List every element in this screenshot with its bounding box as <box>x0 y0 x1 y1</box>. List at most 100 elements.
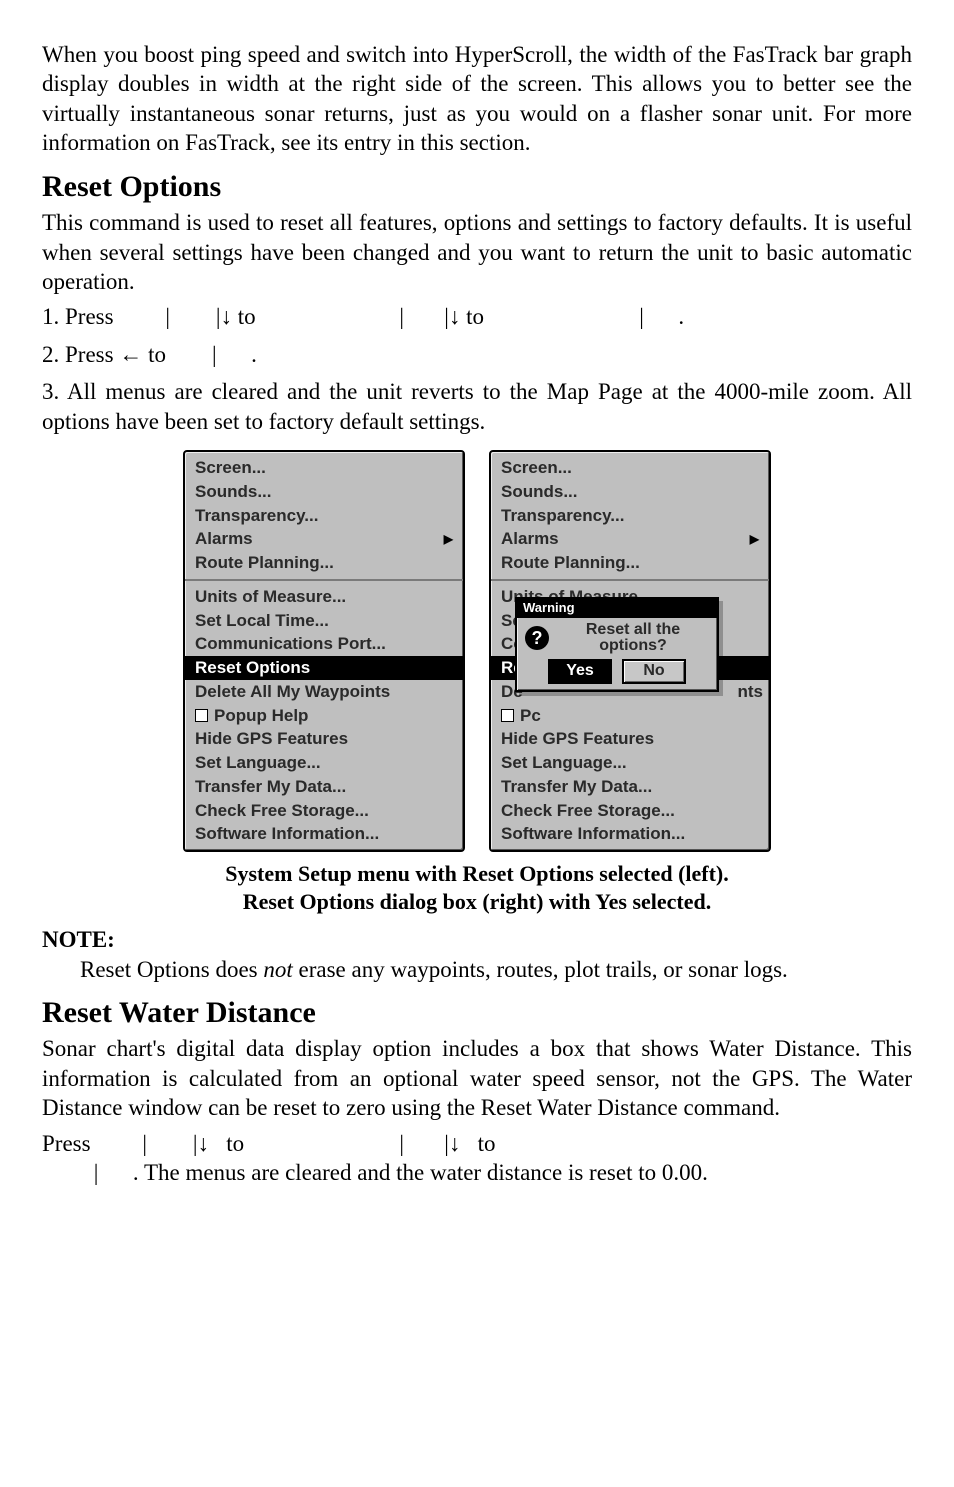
menu-item-popup-help[interactable]: Popup Help <box>185 704 463 728</box>
menu-item-set-local-time[interactable]: Set Local Time... <box>185 609 463 633</box>
question-mark-icon: ? <box>525 626 549 650</box>
menu-label: Check Free Storage... <box>501 800 675 822</box>
bar-glyph: | <box>165 304 170 329</box>
menu-item-transfer-my-data[interactable]: Transfer My Data... <box>491 775 769 799</box>
menu-section-2: Units of Measure... Se Co Re Dents Pc Hi… <box>491 581 769 850</box>
menu-item-alarms[interactable]: Alarms ▶ <box>491 527 769 551</box>
menu-label: Route Planning... <box>501 552 640 574</box>
bar-glyph: | <box>399 304 404 329</box>
page: When you boost ping speed and switch int… <box>0 0 954 1258</box>
submenu-arrow-icon: ▶ <box>744 532 759 547</box>
step2-text-end: . <box>251 342 257 367</box>
menu-label: Route Planning... <box>195 552 334 574</box>
menu-label: Alarms <box>501 528 559 550</box>
menu-label: Screen... <box>501 457 572 479</box>
menu-label: Transfer My Data... <box>501 776 652 798</box>
dialog-titlebar: Warning <box>517 599 717 618</box>
press-b: to <box>221 1131 250 1156</box>
menu-item-check-free-storage[interactable]: Check Free Storage... <box>491 799 769 823</box>
menu-label: Alarms <box>195 528 253 550</box>
menu-item-reset-options[interactable]: Reset Options <box>185 656 463 680</box>
menu-item-set-language[interactable]: Set Language... <box>185 751 463 775</box>
menu-item-pc-cut: Pc <box>491 704 769 728</box>
step-2: 2. Press ← to | . <box>42 340 912 369</box>
bar-glyph: | <box>142 1131 147 1156</box>
menu-label: Hide GPS Features <box>195 728 348 750</box>
step1-text-b: to <box>238 304 262 329</box>
menu-label: Communications Port... <box>195 633 386 655</box>
menu-item-transparency[interactable]: Transparency... <box>185 504 463 528</box>
heading-reset-options: Reset Options <box>42 168 912 206</box>
yes-button[interactable]: Yes <box>548 659 612 683</box>
figure-caption: System Setup menu with Reset Options sel… <box>42 860 912 915</box>
bar-glyph: | <box>212 342 217 367</box>
menu-item-hide-gps-features[interactable]: Hide GPS Features <box>185 727 463 751</box>
note-body: Reset Options does not erase any waypoin… <box>80 955 912 984</box>
bar-glyph: | <box>94 1160 99 1185</box>
menu-item-route-planning[interactable]: Route Planning... <box>491 551 769 575</box>
menu-section-1: Screen... Sounds... Transparency... Alar… <box>185 452 463 579</box>
step1-text-c: to <box>466 304 490 329</box>
menu-item-units-of-measure[interactable]: Units of Measure... <box>185 585 463 609</box>
menu-label: Reset Options <box>195 657 310 679</box>
menu-item-screen[interactable]: Screen... <box>185 456 463 480</box>
menu-item-hide-gps-features[interactable]: Hide GPS Features <box>491 727 769 751</box>
step-3: 3. All menus are cleared and the unit re… <box>42 377 912 436</box>
press-c: to <box>472 1131 496 1156</box>
bar-glyph: | <box>639 304 644 329</box>
menu-label: Check Free Storage... <box>195 800 369 822</box>
note-heading: NOTE: <box>42 925 912 954</box>
down-arrow-icon: ↓ <box>449 1130 461 1156</box>
menu-label: Software Information... <box>501 823 685 845</box>
step2-text-b: to <box>148 342 172 367</box>
menu-item-sounds[interactable]: Sounds... <box>185 480 463 504</box>
reset-water-steps: Press | |↓ to | |↓ to | . The menus are … <box>42 1129 912 1188</box>
menu-label: Set Local Time... <box>195 610 329 632</box>
menu-label: Sounds... <box>501 481 578 503</box>
menu-panel-left: Screen... Sounds... Transparency... Alar… <box>183 450 465 852</box>
menu-item-check-free-storage[interactable]: Check Free Storage... <box>185 799 463 823</box>
menu-item-software-information[interactable]: Software Information... <box>491 822 769 846</box>
menu-item-software-information[interactable]: Software Information... <box>185 822 463 846</box>
menu-item-alarms[interactable]: Alarms▶ <box>185 527 463 551</box>
menu-item-delete-all-waypoints[interactable]: Delete All My Waypoints <box>185 680 463 704</box>
reset-options-paragraph: This command is used to reset all featur… <box>42 208 912 296</box>
menu-item-sounds[interactable]: Sounds... <box>491 480 769 504</box>
dialog-body: ? Reset all the options? <box>517 618 717 658</box>
menu-label-fragment: Pc <box>501 705 541 727</box>
menu-item-transfer-my-data[interactable]: Transfer My Data... <box>185 775 463 799</box>
reset-options-steps: 1. Press | |↓ to | |↓ to | . <box>42 302 912 436</box>
menu-label: Delete All My Waypoints <box>195 681 390 703</box>
menu-label: Set Language... <box>195 752 321 774</box>
menu-label: Transfer My Data... <box>195 776 346 798</box>
menu-item-communications-port[interactable]: Communications Port... <box>185 632 463 656</box>
step1-text-end: . <box>678 304 684 329</box>
note-post: erase any waypoints, routes, plot trails… <box>293 957 788 982</box>
down-arrow-icon: ↓ <box>221 303 233 329</box>
menu-section-1: Screen... Sounds... Transparency... Alar… <box>491 452 769 579</box>
menu-item-route-planning[interactable]: Route Planning... <box>185 551 463 575</box>
dialog-buttons: Yes No <box>517 657 717 689</box>
reset-water-paragraph: Sonar chart's digital data display optio… <box>42 1034 912 1122</box>
menu-section-2: Units of Measure... Set Local Time... Co… <box>185 581 463 850</box>
no-button[interactable]: No <box>622 659 686 683</box>
menu-label: Hide GPS Features <box>501 728 654 750</box>
step1-text-a: 1. Press <box>42 304 119 329</box>
bar-glyph: | <box>399 1131 404 1156</box>
step2-text-a: 2. Press <box>42 342 119 367</box>
menu-panel-right: Screen... Sounds... Transparency... Alar… <box>489 450 771 852</box>
menu-label: Screen... <box>195 457 266 479</box>
menu-label: Transparency... <box>195 505 318 527</box>
menu-label: Popup Help <box>195 705 308 727</box>
menu-item-transparency[interactable]: Transparency... <box>491 504 769 528</box>
figure-menus: Screen... Sounds... Transparency... Alar… <box>42 450 912 852</box>
down-arrow-icon: ↓ <box>198 1130 210 1156</box>
menu-item-screen[interactable]: Screen... <box>491 456 769 480</box>
note-em: not <box>263 957 292 982</box>
left-arrow-icon: ← <box>119 341 142 367</box>
menu-item-set-language[interactable]: Set Language... <box>491 751 769 775</box>
note-pre: Reset Options does <box>80 957 263 982</box>
caption-line-2: Reset Options dialog box (right) with Ye… <box>42 888 912 916</box>
menu-label: Units of Measure... <box>195 586 346 608</box>
down-arrow-icon: ↓ <box>449 303 461 329</box>
